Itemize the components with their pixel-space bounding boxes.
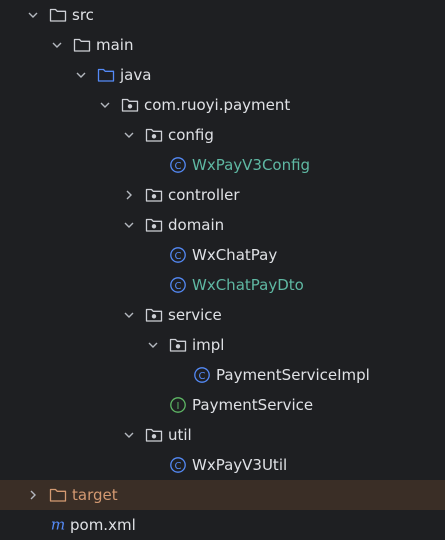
tree-item-util[interactable]: util — [0, 420, 445, 450]
tree-item-wxchatpay[interactable]: C WxChatPay — [0, 240, 445, 270]
chevron-down-icon[interactable] — [121, 127, 137, 143]
tree-item-config[interactable]: config — [0, 120, 445, 150]
tree-item-label: java — [120, 66, 152, 84]
tree-item-service[interactable]: service — [0, 300, 445, 330]
tree-item-wxpayv3util[interactable]: C WxPayV3Util — [0, 450, 445, 480]
tree-item-label: WxChatPayDto — [192, 276, 304, 294]
excluded-folder-icon — [49, 486, 67, 504]
tree-item-label: domain — [168, 216, 225, 234]
class-icon: C — [193, 366, 211, 384]
tree-item-label: service — [168, 306, 222, 324]
tree-item-target[interactable]: target — [0, 480, 445, 510]
package-icon — [145, 216, 163, 234]
tree-item-src[interactable]: src — [0, 0, 445, 30]
svg-text:C: C — [175, 281, 182, 292]
tree-item-paymentserviceimpl[interactable]: C PaymentServiceImpl — [0, 360, 445, 390]
svg-text:C: C — [175, 161, 182, 172]
chevron-down-icon[interactable] — [73, 67, 89, 83]
tree-item-java[interactable]: java — [0, 60, 445, 90]
tree-item-label: WxPayV3Util — [192, 456, 288, 474]
maven-icon: m — [49, 516, 67, 534]
package-icon — [121, 96, 139, 114]
tree-item-wxpayv3config[interactable]: C WxPayV3Config — [0, 150, 445, 180]
package-icon — [169, 336, 187, 354]
chevron-down-icon[interactable] — [121, 427, 137, 443]
folder-icon — [73, 36, 91, 54]
chevron-down-icon[interactable] — [121, 307, 137, 323]
svg-text:C: C — [175, 461, 182, 472]
svg-text:C: C — [175, 251, 182, 262]
tree-item-controller[interactable]: controller — [0, 180, 445, 210]
chevron-down-icon[interactable] — [145, 337, 161, 353]
chevron-down-icon[interactable] — [97, 97, 113, 113]
tree-item-label: PaymentServiceImpl — [216, 366, 370, 384]
package-icon — [145, 186, 163, 204]
source-root-folder-icon — [97, 66, 115, 84]
tree-item-label: main — [96, 36, 134, 54]
tree-item-com-ruoyi-payment[interactable]: com.ruoyi.payment — [0, 90, 445, 120]
chevron-right-icon[interactable] — [121, 187, 137, 203]
tree-item-label: WxChatPay — [192, 246, 278, 264]
chevron-down-icon[interactable] — [121, 217, 137, 233]
folder-icon — [49, 6, 67, 24]
svg-text:m: m — [51, 516, 66, 534]
package-icon — [145, 306, 163, 324]
class-icon: C — [169, 456, 187, 474]
tree-item-label: PaymentService — [192, 396, 314, 414]
tree-item-domain[interactable]: domain — [0, 210, 445, 240]
chevron-down-icon[interactable] — [49, 37, 65, 53]
tree-item-pom-xml[interactable]: m pom.xml — [0, 510, 445, 540]
tree-item-main[interactable]: main — [0, 30, 445, 60]
tree-item-label: controller — [168, 186, 240, 204]
svg-text:C: C — [199, 371, 206, 382]
project-tree: src main java com.ruoyi.payment config C… — [0, 0, 445, 540]
class-icon: C — [169, 156, 187, 174]
tree-item-label: target — [72, 486, 118, 504]
class-icon: C — [169, 276, 187, 294]
tree-item-label: WxPayV3Config — [192, 156, 311, 174]
tree-item-paymentservice[interactable]: I PaymentService — [0, 390, 445, 420]
chevron-right-icon[interactable] — [25, 487, 41, 503]
tree-item-wxchatpaydto[interactable]: C WxChatPayDto — [0, 270, 445, 300]
tree-item-label: com.ruoyi.payment — [144, 96, 291, 114]
tree-item-label: config — [168, 126, 214, 144]
chevron-down-icon[interactable] — [25, 7, 41, 23]
tree-item-label: pom.xml — [70, 516, 136, 534]
tree-item-label: util — [168, 426, 192, 444]
class-icon: C — [169, 246, 187, 264]
tree-item-label: src — [72, 6, 94, 24]
package-icon — [145, 126, 163, 144]
package-icon — [145, 426, 163, 444]
tree-item-label: impl — [192, 336, 225, 354]
svg-text:I: I — [177, 401, 180, 412]
interface-icon: I — [169, 396, 187, 414]
tree-item-impl[interactable]: impl — [0, 330, 445, 360]
